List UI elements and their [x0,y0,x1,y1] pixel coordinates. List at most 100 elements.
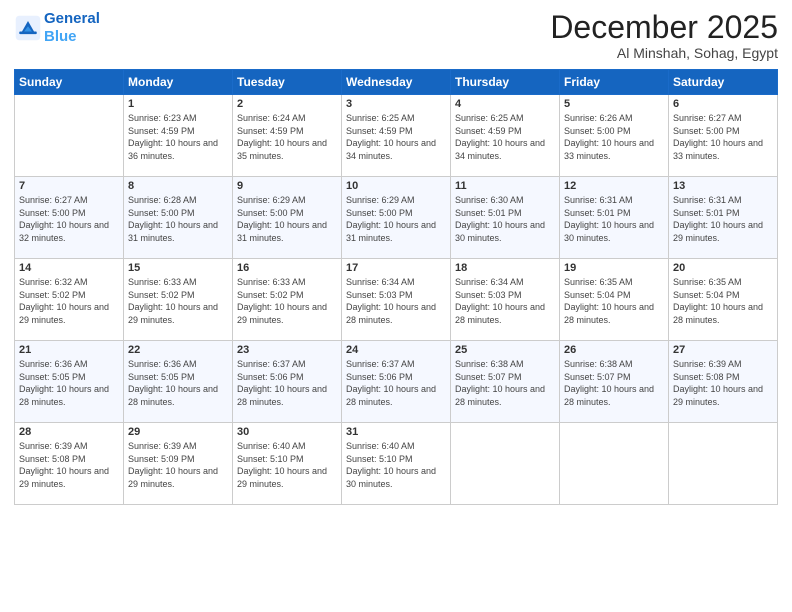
day-number: 11 [455,180,555,192]
day-number: 14 [19,262,119,274]
calendar-cell: 23 Sunrise: 6:37 AM Sunset: 5:06 PM Dayli… [233,341,342,423]
calendar-cell: 12 Sunrise: 6:31 AM Sunset: 5:01 PM Dayli… [560,177,669,259]
day-info: Sunrise: 6:29 AM Sunset: 5:00 PM Dayligh… [346,194,446,244]
day-number: 24 [346,344,446,356]
day-info: Sunrise: 6:29 AM Sunset: 5:00 PM Dayligh… [237,194,337,244]
month-title: December 2025 [550,10,778,45]
calendar-cell: 13 Sunrise: 6:31 AM Sunset: 5:01 PM Dayli… [669,177,778,259]
calendar-cell: 28 Sunrise: 6:39 AM Sunset: 5:08 PM Dayli… [15,423,124,505]
calendar-cell: 29 Sunrise: 6:39 AM Sunset: 5:09 PM Dayli… [124,423,233,505]
logo-icon [14,14,42,42]
day-number: 13 [673,180,773,192]
calendar-cell: 19 Sunrise: 6:35 AM Sunset: 5:04 PM Dayli… [560,259,669,341]
calendar-cell [669,423,778,505]
calendar-cell: 14 Sunrise: 6:32 AM Sunset: 5:02 PM Dayli… [15,259,124,341]
day-number: 22 [128,344,228,356]
day-number: 19 [564,262,664,274]
day-number: 12 [564,180,664,192]
day-info: Sunrise: 6:31 AM Sunset: 5:01 PM Dayligh… [564,194,664,244]
calendar-cell: 27Sunrise: 6:39 AM Sunset: 5:08 PM Dayli… [669,341,778,423]
calendar-cell: 26 Sunrise: 6:38 AM Sunset: 5:07 PM Dayli… [560,341,669,423]
calendar-cell: 31Sunrise: 6:40 AM Sunset: 5:10 PM Dayli… [342,423,451,505]
day-number: 6 [673,98,773,110]
logo-line1: General [44,10,100,27]
day-info: Sunrise: 6:33 AM Sunset: 5:02 PM Dayligh… [237,276,337,326]
header-day-sunday: Sunday [15,70,124,95]
calendar-body: 1 Sunrise: 6:23 AM Sunset: 4:59 PM Daylig… [15,95,778,505]
day-info: Sunrise: 6:35 AM Sunset: 5:04 PM Dayligh… [564,276,664,326]
day-number: 23 [237,344,337,356]
day-info: Sunrise: 6:36 AM Sunset: 5:05 PM Dayligh… [128,358,228,408]
location-subtitle: Al Minshah, Sohag, Egypt [550,45,778,61]
calendar-table: SundayMondayTuesdayWednesdayThursdayFrid… [14,69,778,505]
day-info: Sunrise: 6:31 AM Sunset: 5:01 PM Dayligh… [673,194,773,244]
calendar-header: SundayMondayTuesdayWednesdayThursdayFrid… [15,70,778,95]
day-info: Sunrise: 6:34 AM Sunset: 5:03 PM Dayligh… [346,276,446,326]
calendar-cell: 25 Sunrise: 6:38 AM Sunset: 5:07 PM Dayli… [451,341,560,423]
day-info: Sunrise: 6:38 AM Sunset: 5:07 PM Dayligh… [564,358,664,408]
logo-text: General Blue [44,10,100,46]
day-number: 7 [19,180,119,192]
calendar-cell: 9Sunrise: 6:29 AM Sunset: 5:00 PM Daylig… [233,177,342,259]
day-info: Sunrise: 6:25 AM Sunset: 4:59 PM Dayligh… [455,112,555,162]
day-info: Sunrise: 6:39 AM Sunset: 5:09 PM Dayligh… [128,440,228,490]
day-info: Sunrise: 6:26 AM Sunset: 5:00 PM Dayligh… [564,112,664,162]
calendar-cell [451,423,560,505]
day-info: Sunrise: 6:37 AM Sunset: 5:06 PM Dayligh… [237,358,337,408]
week-row-1: 7 Sunrise: 6:27 AM Sunset: 5:00 PM Daylig… [15,177,778,259]
day-info: Sunrise: 6:39 AM Sunset: 5:08 PM Dayligh… [673,358,773,408]
day-info: Sunrise: 6:23 AM Sunset: 4:59 PM Dayligh… [128,112,228,162]
day-info: Sunrise: 6:25 AM Sunset: 4:59 PM Dayligh… [346,112,446,162]
day-number: 31 [346,426,446,438]
calendar-cell: 20Sunrise: 6:35 AM Sunset: 5:04 PM Dayli… [669,259,778,341]
calendar-cell: 2Sunrise: 6:24 AM Sunset: 4:59 PM Daylig… [233,95,342,177]
calendar-cell: 17 Sunrise: 6:34 AM Sunset: 5:03 PM Dayli… [342,259,451,341]
calendar-cell: 16 Sunrise: 6:33 AM Sunset: 5:02 PM Dayli… [233,259,342,341]
calendar-cell: 11Sunrise: 6:30 AM Sunset: 5:01 PM Dayli… [451,177,560,259]
day-number: 10 [346,180,446,192]
calendar-cell: 30Sunrise: 6:40 AM Sunset: 5:10 PM Dayli… [233,423,342,505]
day-info: Sunrise: 6:27 AM Sunset: 5:00 PM Dayligh… [19,194,119,244]
day-number: 29 [128,426,228,438]
header-day-saturday: Saturday [669,70,778,95]
day-number: 8 [128,180,228,192]
calendar-cell: 1 Sunrise: 6:23 AM Sunset: 4:59 PM Daylig… [124,95,233,177]
header-row: SundayMondayTuesdayWednesdayThursdayFrid… [15,70,778,95]
day-info: Sunrise: 6:37 AM Sunset: 5:06 PM Dayligh… [346,358,446,408]
title-block: December 2025 Al Minshah, Sohag, Egypt [550,10,778,61]
day-number: 5 [564,98,664,110]
day-info: Sunrise: 6:33 AM Sunset: 5:02 PM Dayligh… [128,276,228,326]
calendar-cell: 21Sunrise: 6:36 AM Sunset: 5:05 PM Dayli… [15,341,124,423]
day-number: 17 [346,262,446,274]
calendar-cell: 22 Sunrise: 6:36 AM Sunset: 5:05 PM Dayli… [124,341,233,423]
calendar-cell: 4Sunrise: 6:25 AM Sunset: 4:59 PM Daylig… [451,95,560,177]
day-number: 1 [128,98,228,110]
day-number: 26 [564,344,664,356]
calendar-cell [560,423,669,505]
week-row-2: 14 Sunrise: 6:32 AM Sunset: 5:02 PM Dayli… [15,259,778,341]
header-day-friday: Friday [560,70,669,95]
day-number: 20 [673,262,773,274]
day-info: Sunrise: 6:32 AM Sunset: 5:02 PM Dayligh… [19,276,119,326]
calendar-cell: 8Sunrise: 6:28 AM Sunset: 5:00 PM Daylig… [124,177,233,259]
header-day-monday: Monday [124,70,233,95]
day-number: 28 [19,426,119,438]
day-number: 25 [455,344,555,356]
day-info: Sunrise: 6:39 AM Sunset: 5:08 PM Dayligh… [19,440,119,490]
day-number: 2 [237,98,337,110]
day-info: Sunrise: 6:27 AM Sunset: 5:00 PM Dayligh… [673,112,773,162]
header-day-wednesday: Wednesday [342,70,451,95]
day-number: 30 [237,426,337,438]
header: General Blue December 2025 Al Minshah, S… [14,10,778,61]
week-row-0: 1 Sunrise: 6:23 AM Sunset: 4:59 PM Daylig… [15,95,778,177]
header-day-tuesday: Tuesday [233,70,342,95]
day-info: Sunrise: 6:36 AM Sunset: 5:05 PM Dayligh… [19,358,119,408]
logo-line2: Blue [44,28,77,45]
logo: General Blue [14,10,100,46]
calendar-cell: 24 Sunrise: 6:37 AM Sunset: 5:06 PM Dayli… [342,341,451,423]
day-number: 16 [237,262,337,274]
day-info: Sunrise: 6:38 AM Sunset: 5:07 PM Dayligh… [455,358,555,408]
week-row-3: 21Sunrise: 6:36 AM Sunset: 5:05 PM Dayli… [15,341,778,423]
day-info: Sunrise: 6:34 AM Sunset: 5:03 PM Dayligh… [455,276,555,326]
calendar-cell: 10 Sunrise: 6:29 AM Sunset: 5:00 PM Dayli… [342,177,451,259]
